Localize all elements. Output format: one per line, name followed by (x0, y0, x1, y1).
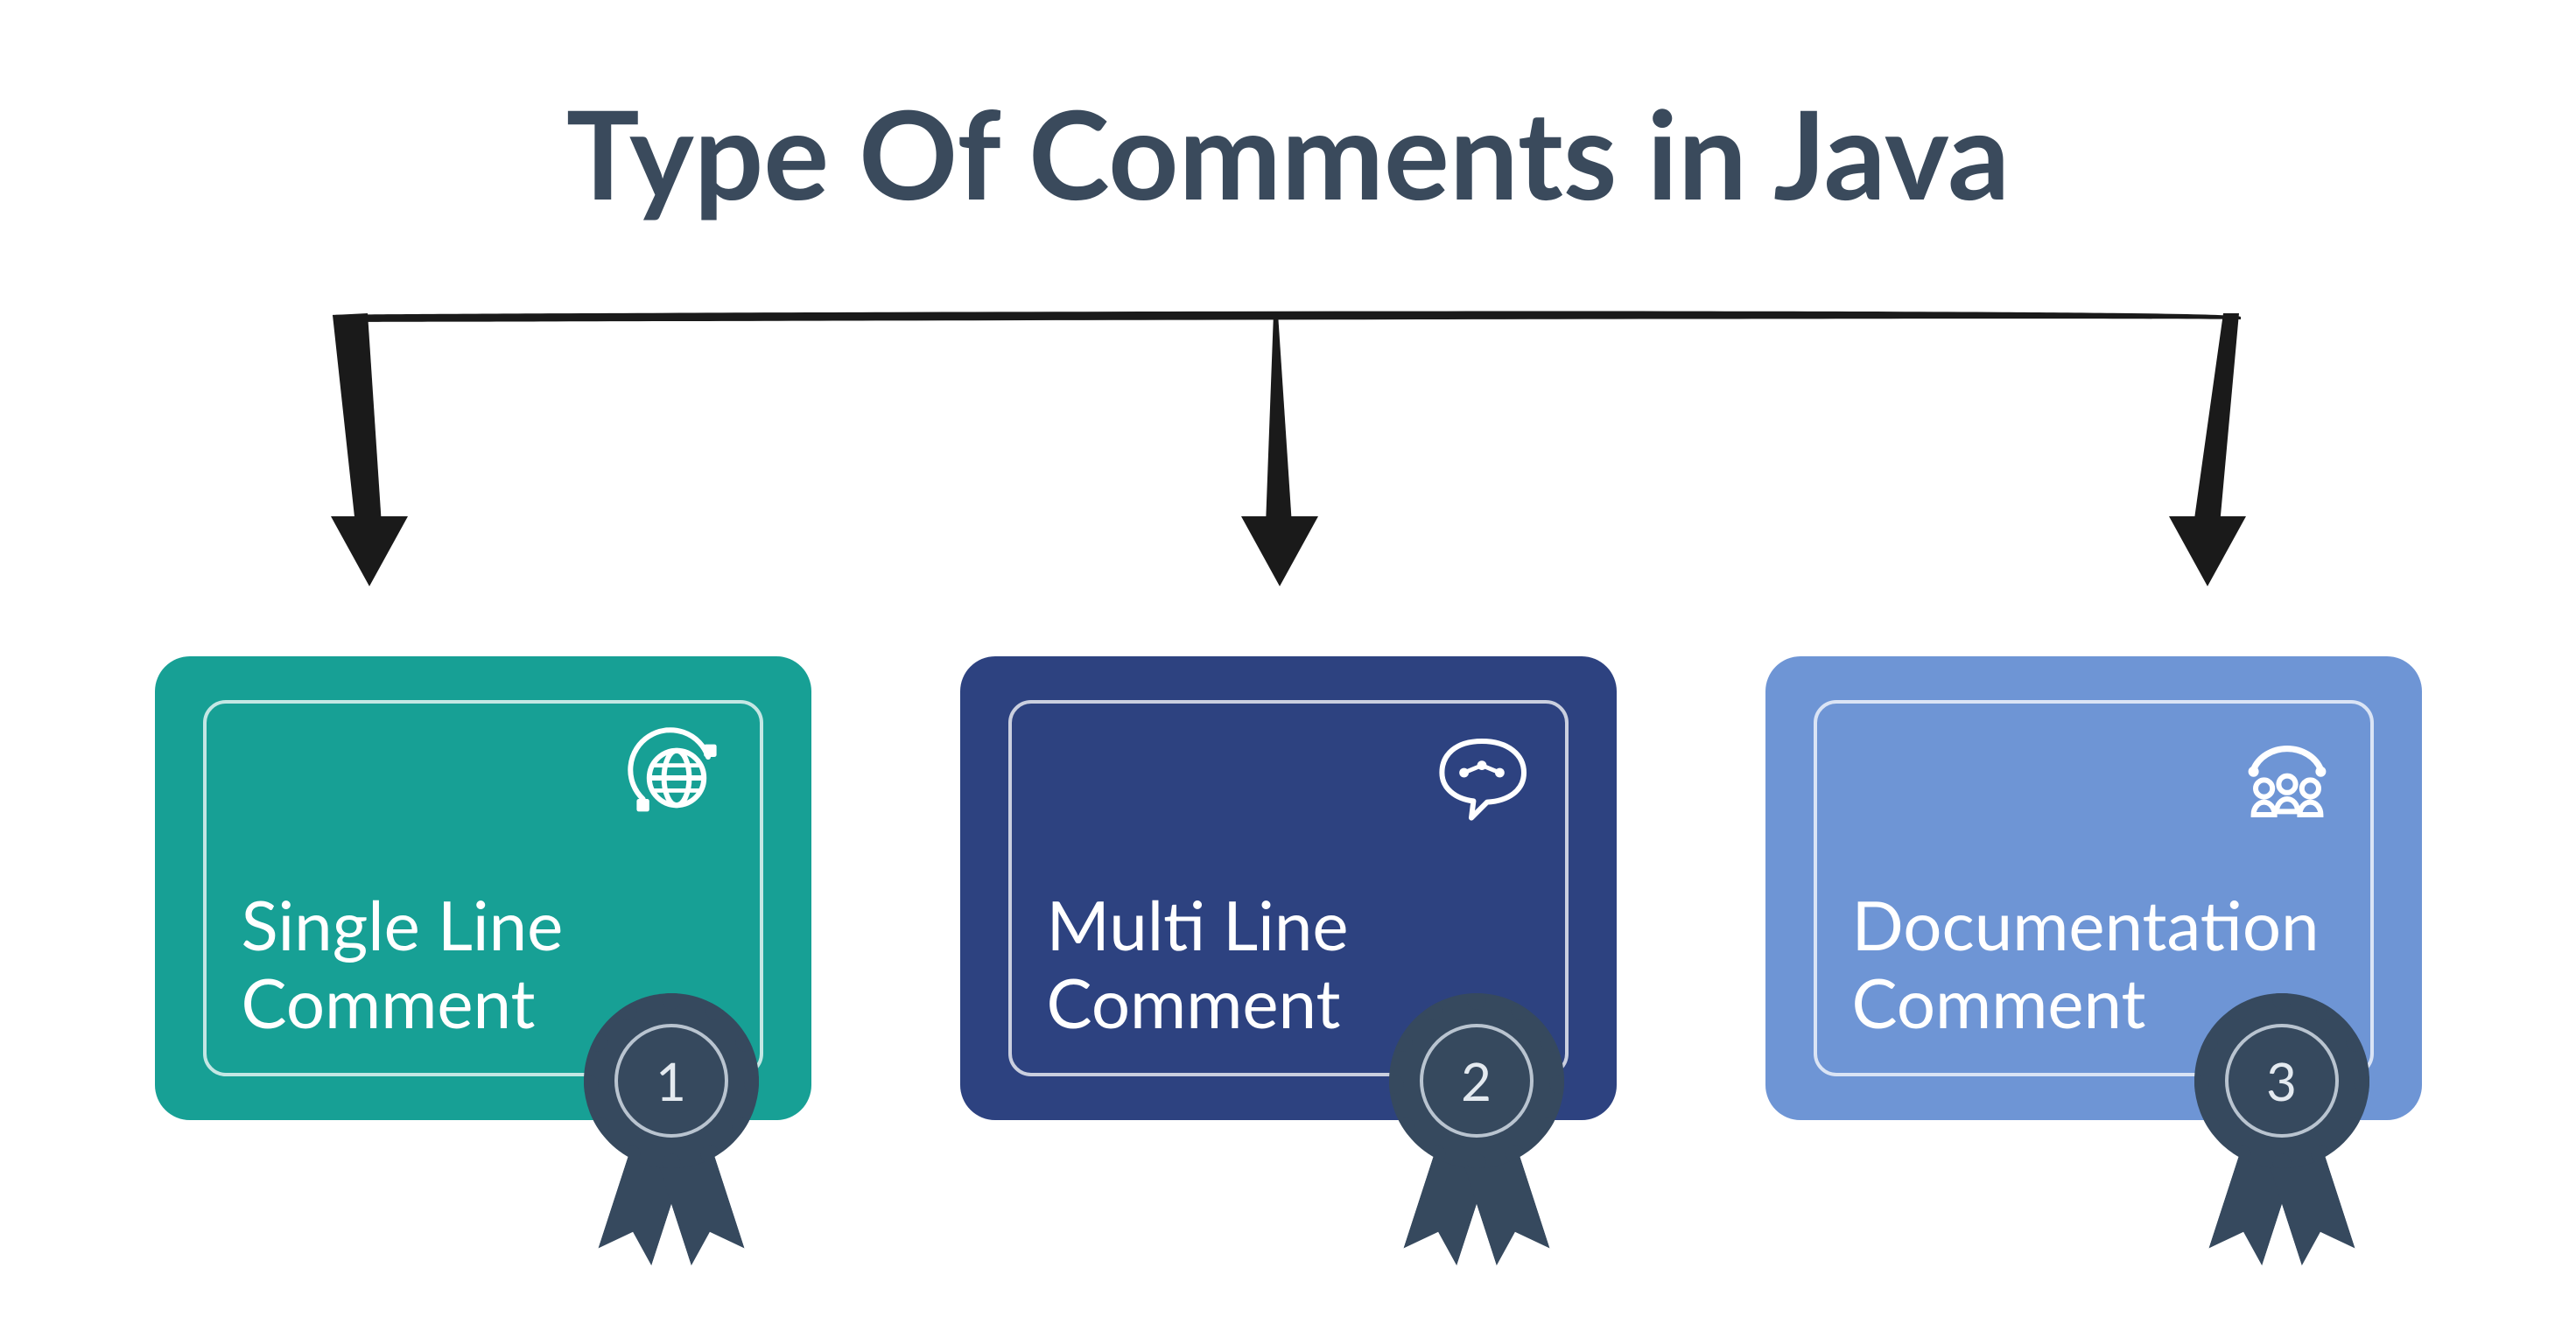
rank-badge: 1 (566, 993, 776, 1256)
badge-number: 1 (656, 1049, 686, 1112)
badge-number: 3 (2266, 1049, 2297, 1112)
rank-badge: 3 (2177, 993, 2387, 1256)
card-row: Single Line Comment 1 (0, 656, 2576, 1120)
diagram-title: Type Of Comments in Java (0, 79, 2576, 226)
team-icon (2230, 721, 2344, 835)
card-label-line1: Single Line (242, 883, 564, 965)
badge-number: 2 (1461, 1049, 1492, 1112)
card-documentation: Documentation Comment 3 (1765, 656, 2422, 1120)
speech-bubble-icon (1425, 721, 1539, 835)
globe-loop-icon (620, 721, 733, 835)
card-multi-line: Multi Line Comment 2 (960, 656, 1617, 1120)
connector-arrows (315, 298, 2258, 591)
card-label-line1: Documentation (1852, 883, 2320, 965)
card-label-line2: Comment (1852, 961, 2146, 1043)
card-label-line1: Multi Line (1047, 883, 1349, 965)
rank-badge: 2 (1372, 993, 1582, 1256)
card-single-line: Single Line Comment 1 (155, 656, 811, 1120)
card-label-line2: Comment (242, 961, 536, 1043)
card-label-line2: Comment (1047, 961, 1341, 1043)
